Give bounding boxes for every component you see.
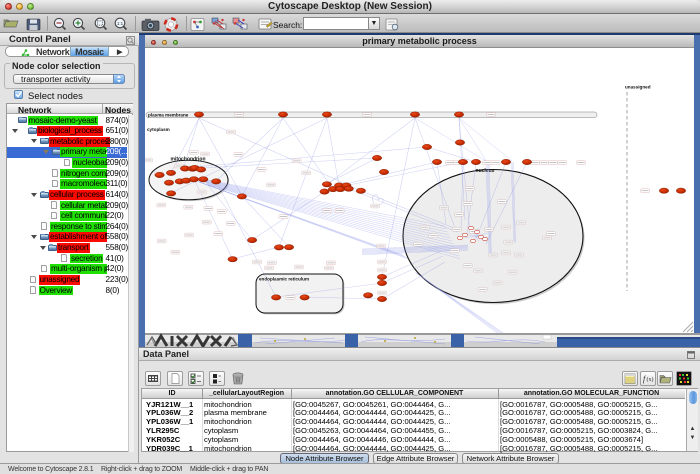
svg-text:(x): (x) xyxy=(647,376,654,383)
svg-text:1:1: 1:1 xyxy=(117,21,124,26)
svg-text:mitochondrion: mitochondrion xyxy=(171,157,206,163)
svg-text:plasma membrane: plasma membrane xyxy=(148,113,189,118)
svg-text:nucleus: nucleus xyxy=(476,168,495,174)
svg-text:unassigned: unassigned xyxy=(625,85,651,90)
svg-text:cytoplasm: cytoplasm xyxy=(147,127,170,132)
